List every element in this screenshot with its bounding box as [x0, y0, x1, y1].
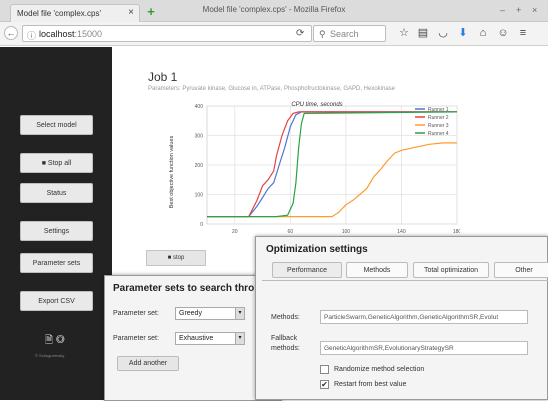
- footer-icons: 🗎 ◎: [45, 333, 65, 350]
- x-tick-label: 180: [453, 229, 460, 235]
- copyright-text: © Schugurensky: [35, 353, 65, 358]
- parameter-set-value: Exhaustive: [179, 335, 214, 342]
- document-icon[interactable]: 🗎: [45, 335, 53, 346]
- minimize-icon[interactable]: –: [500, 5, 505, 15]
- parameter-set-label: Parameter set:: [113, 335, 159, 342]
- pocket-icon[interactable]: ◡: [436, 27, 450, 40]
- download-icon[interactable]: ⬇: [456, 27, 470, 40]
- bookmark-star-icon[interactable]: ☆: [397, 27, 411, 40]
- fallback-methods-field[interactable]: GeneticAlgorithmSR,EvolutionaryStrategyS…: [320, 341, 528, 355]
- github-icon[interactable]: ◎: [56, 335, 65, 346]
- extension-icon[interactable]: ☺: [496, 27, 510, 40]
- y-tick-label: 0: [200, 222, 203, 228]
- dropdown-arrow-icon: ▾: [235, 333, 244, 344]
- menu-icon[interactable]: ≡: [516, 27, 530, 40]
- methods-label: Methods:: [271, 314, 300, 321]
- legend-label: Runner 4: [428, 131, 449, 137]
- search-placeholder: Search: [330, 29, 359, 39]
- x-tick-label: 20: [232, 229, 238, 235]
- x-tick-label: 60: [288, 229, 294, 235]
- browser-titlebar: Model file 'complex.cps' × + Model file …: [0, 0, 548, 22]
- parameter-set-select[interactable]: Exhaustive ▾: [175, 332, 245, 345]
- info-icon[interactable]: ⓘ: [27, 29, 36, 42]
- nav-toolbar: ← ⓘ localhost:15000 ⟳ ⚲ Search ☆ ▤ ◡ ⬇ ⌂…: [0, 22, 548, 46]
- reload-icon[interactable]: ⟳: [296, 28, 304, 39]
- dropdown-arrow-icon: ▾: [235, 308, 244, 319]
- restart-checkbox[interactable]: ✔: [320, 380, 329, 389]
- job-title: Job 1: [148, 70, 178, 84]
- fallback-label-line2: methods:: [271, 345, 300, 352]
- checkmark-icon: ✔: [321, 380, 328, 389]
- tab-methods[interactable]: Methods: [346, 262, 408, 278]
- search-input[interactable]: ⚲ Search: [313, 25, 386, 42]
- url-host: localhost: [39, 29, 75, 39]
- randomize-label: Randomize method selection: [334, 366, 425, 373]
- legend-label: Runner 2: [428, 115, 449, 121]
- randomize-checkbox[interactable]: [320, 365, 329, 374]
- y-tick-label: 400: [195, 104, 204, 110]
- optimization-settings-dialog: Optimization settings Performance Method…: [255, 236, 548, 400]
- methods-field[interactable]: ParticleSwarm,GeneticAlgorithm,GeneticAl…: [320, 310, 528, 324]
- stop-all-label: Stop all: [47, 160, 72, 167]
- reading-list-icon[interactable]: ▤: [416, 27, 430, 40]
- export-csv-button[interactable]: Export CSV: [20, 291, 93, 311]
- back-arrow-icon[interactable]: ←: [4, 26, 18, 40]
- y-tick-label: 100: [195, 193, 204, 199]
- tab-total-optimization[interactable]: Total optimization: [413, 262, 489, 278]
- select-model-button[interactable]: Select model: [20, 115, 93, 135]
- search-icon: ⚲: [319, 29, 326, 39]
- add-another-button[interactable]: Add another: [117, 356, 179, 371]
- url-port: :15000: [74, 29, 103, 39]
- legend-label: Runner 1: [428, 107, 449, 113]
- fallback-label-line1: Fallback: [271, 335, 298, 342]
- chart-ylabel: Best objective function values: [169, 136, 175, 209]
- settings-button[interactable]: Settings: [20, 221, 93, 241]
- job-parameters: Parameters: Pyruvate kinase, Glucose in,…: [148, 86, 396, 92]
- y-tick-label: 200: [195, 163, 204, 169]
- legend-label: Runner 3: [428, 123, 449, 129]
- tab-other[interactable]: Other: [494, 262, 548, 278]
- url-bar[interactable]: ⓘ localhost:15000: [22, 25, 312, 42]
- parameter-set-label: Parameter set:: [113, 310, 159, 317]
- url-text: localhost:15000: [39, 29, 102, 39]
- maximize-icon[interactable]: +: [516, 5, 521, 15]
- stop-job-label: stop: [172, 255, 185, 261]
- cpu-time-chart: 0 100 200 300 400 20 60 100 140 180 Runner 1 Runne…: [169, 102, 460, 235]
- stop-job-button[interactable]: ■ stop: [146, 250, 206, 266]
- x-tick-label: 140: [397, 229, 406, 235]
- tab-performance[interactable]: Performance: [272, 262, 342, 278]
- close-window-icon[interactable]: ×: [532, 5, 537, 15]
- chart-title: CPU time, seconds: [291, 102, 342, 108]
- home-icon[interactable]: ⌂: [476, 27, 490, 40]
- dialog-title: Parameter sets to search thro: [113, 283, 255, 294]
- parameter-set-value: Greedy: [179, 310, 202, 317]
- parameter-sets-button[interactable]: Parameter sets: [20, 253, 93, 273]
- y-tick-label: 300: [195, 134, 204, 140]
- app-sidebar: Select model ■ Stop all Status Settings …: [0, 47, 112, 400]
- restart-label: Restart from best value: [334, 381, 407, 388]
- dialog-title: Optimization settings: [266, 244, 368, 255]
- settings-tabs: Performance Methods Total optimization O…: [262, 259, 548, 281]
- stop-all-button[interactable]: ■ Stop all: [20, 153, 93, 173]
- status-button[interactable]: Status: [20, 183, 93, 203]
- x-tick-label: 100: [342, 229, 351, 235]
- window-title: Model file 'complex.cps' - Mozilla Firef…: [202, 5, 346, 14]
- parameter-set-select[interactable]: Greedy ▾: [175, 307, 245, 320]
